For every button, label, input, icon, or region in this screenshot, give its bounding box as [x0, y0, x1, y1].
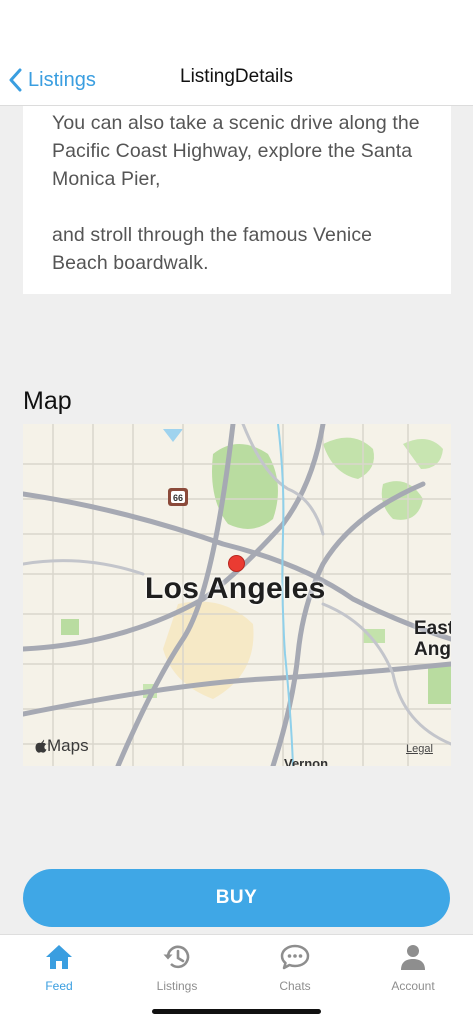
route-shield-text: 66: [173, 493, 183, 503]
description-card: You can also take a scenic drive along t…: [23, 106, 451, 294]
home-indicator: [152, 1009, 321, 1014]
tab-label: Chats: [279, 979, 311, 993]
history-icon: [163, 945, 190, 969]
tab-chats[interactable]: Chats: [236, 941, 354, 993]
home-icon: [46, 945, 72, 969]
tab-account[interactable]: Account: [354, 941, 472, 993]
description-paragraph: and stroll through the famous Venice Bea…: [52, 224, 373, 274]
tab-label: Listings: [156, 979, 198, 993]
map-legal-link[interactable]: Legal: [406, 743, 433, 755]
chat-bubble-icon: [280, 944, 310, 970]
apple-logo-icon: [35, 739, 47, 753]
person-icon: [401, 945, 425, 970]
tab-label: Feed: [45, 979, 73, 993]
map-area-label-line: Ang: [414, 639, 451, 660]
buy-button[interactable]: BUY: [23, 869, 450, 927]
map-heading: Map: [23, 387, 72, 415]
tab-listings[interactable]: Listings: [118, 941, 236, 993]
map-area-label-line: East: [414, 618, 451, 639]
maps-brand-label: Maps: [47, 736, 89, 755]
navigation-bar: Listings ListingDetails: [0, 0, 473, 106]
description-paragraph: You can also take a scenic drive along t…: [52, 112, 420, 190]
map-view[interactable]: 66 Los Angeles East Ang Vernon Maps Lega…: [23, 424, 451, 766]
tab-feed[interactable]: Feed: [0, 941, 118, 993]
location-pin-icon[interactable]: [228, 555, 245, 572]
map-area-label: Vernon: [284, 756, 329, 766]
map-area-label: East Ang: [414, 618, 451, 660]
map-city-label: Los Angeles: [145, 572, 326, 605]
maps-logo: Maps: [35, 736, 89, 756]
page-title: ListingDetails: [180, 66, 293, 87]
tab-label: Account: [391, 979, 435, 993]
